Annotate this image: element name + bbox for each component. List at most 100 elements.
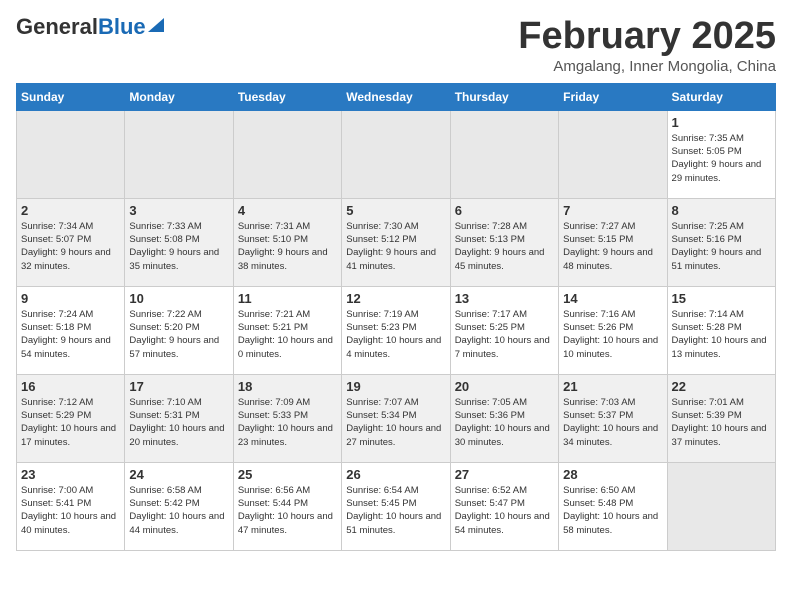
day-number: 7 [563, 203, 662, 218]
calendar-cell: 13 Sunrise: 7:17 AM Sunset: 5:25 PM Dayli… [450, 286, 558, 374]
day-number: 5 [346, 203, 445, 218]
day-number: 21 [563, 379, 662, 394]
day-info: Sunrise: 7:17 AM Sunset: 5:25 PM Dayligh… [455, 308, 554, 361]
weekday-header-row: SundayMondayTuesdayWednesdayThursdayFrid… [17, 83, 776, 110]
day-info: Sunrise: 7:10 AM Sunset: 5:31 PM Dayligh… [129, 396, 228, 449]
day-info: Sunrise: 6:56 AM Sunset: 5:44 PM Dayligh… [238, 484, 337, 537]
day-number: 2 [21, 203, 120, 218]
day-info: Sunrise: 7:12 AM Sunset: 5:29 PM Dayligh… [21, 396, 120, 449]
location-subtitle: Amgalang, Inner Mongolia, China [518, 58, 776, 75]
calendar-cell: 10 Sunrise: 7:22 AM Sunset: 5:20 PM Dayli… [125, 286, 233, 374]
weekday-header-saturday: Saturday [667, 83, 775, 110]
calendar-cell: 1 Sunrise: 7:35 AM Sunset: 5:05 PM Daylig… [667, 110, 775, 198]
weekday-header-thursday: Thursday [450, 83, 558, 110]
day-info: Sunrise: 7:35 AM Sunset: 5:05 PM Dayligh… [672, 132, 771, 185]
day-info: Sunrise: 6:50 AM Sunset: 5:48 PM Dayligh… [563, 484, 662, 537]
calendar-cell [342, 110, 450, 198]
day-number: 14 [563, 291, 662, 306]
calendar-cell: 18Sunrise: 7:09 AM Sunset: 5:33 PM Dayli… [233, 374, 341, 462]
day-info: Sunrise: 7:33 AM Sunset: 5:08 PM Dayligh… [129, 220, 228, 273]
day-number: 20 [455, 379, 554, 394]
logo: General Blue [16, 16, 164, 38]
calendar-cell: 6 Sunrise: 7:28 AM Sunset: 5:13 PM Daylig… [450, 198, 558, 286]
day-number: 17 [129, 379, 228, 394]
calendar-cell: 17 Sunrise: 7:10 AM Sunset: 5:31 PM Dayli… [125, 374, 233, 462]
calendar-cell [450, 110, 558, 198]
day-info: Sunrise: 7:21 AM Sunset: 5:21 PM Dayligh… [238, 308, 337, 361]
page-header: General Blue February 2025 Amgalang, Inn… [16, 16, 776, 75]
day-info: Sunrise: 6:52 AM Sunset: 5:47 PM Dayligh… [455, 484, 554, 537]
weekday-header-tuesday: Tuesday [233, 83, 341, 110]
day-number: 9 [21, 291, 120, 306]
calendar-cell: 5 Sunrise: 7:30 AM Sunset: 5:12 PM Daylig… [342, 198, 450, 286]
day-number: 22 [672, 379, 771, 394]
day-info: Sunrise: 7:05 AM Sunset: 5:36 PM Dayligh… [455, 396, 554, 449]
calendar-cell: 11Sunrise: 7:21 AM Sunset: 5:21 PM Dayli… [233, 286, 341, 374]
day-info: Sunrise: 7:14 AM Sunset: 5:28 PM Dayligh… [672, 308, 771, 361]
day-number: 1 [672, 115, 771, 130]
calendar-cell: 22 Sunrise: 7:01 AM Sunset: 5:39 PM Dayli… [667, 374, 775, 462]
day-info: Sunrise: 7:00 AM Sunset: 5:41 PM Dayligh… [21, 484, 120, 537]
calendar-cell [559, 110, 667, 198]
calendar-cell: 14 Sunrise: 7:16 AM Sunset: 5:26 PM Dayli… [559, 286, 667, 374]
day-info: Sunrise: 7:34 AM Sunset: 5:07 PM Dayligh… [21, 220, 120, 273]
day-info: Sunrise: 7:03 AM Sunset: 5:37 PM Dayligh… [563, 396, 662, 449]
calendar-cell: 3 Sunrise: 7:33 AM Sunset: 5:08 PM Daylig… [125, 198, 233, 286]
logo-bird-icon [148, 18, 164, 32]
weekday-header-monday: Monday [125, 83, 233, 110]
day-number: 27 [455, 467, 554, 482]
logo-blue-text: Blue [98, 16, 146, 38]
day-number: 19 [346, 379, 445, 394]
calendar-cell: 27 Sunrise: 6:52 AM Sunset: 5:47 PM Dayli… [450, 462, 558, 550]
calendar-cell: 23 Sunrise: 7:00 AM Sunset: 5:41 PM Dayli… [17, 462, 125, 550]
day-number: 12 [346, 291, 445, 306]
calendar-cell [125, 110, 233, 198]
logo-general-text: General [16, 16, 98, 38]
day-number: 28 [563, 467, 662, 482]
day-number: 15 [672, 291, 771, 306]
day-number: 13 [455, 291, 554, 306]
calendar-cell: 15 Sunrise: 7:14 AM Sunset: 5:28 PM Dayli… [667, 286, 775, 374]
day-info: Sunrise: 7:19 AM Sunset: 5:23 PM Dayligh… [346, 308, 445, 361]
calendar-week-row: 2 Sunrise: 7:34 AM Sunset: 5:07 PM Daylig… [17, 198, 776, 286]
weekday-header-wednesday: Wednesday [342, 83, 450, 110]
day-number: 18 [238, 379, 337, 394]
calendar-week-row: 16 Sunrise: 7:12 AM Sunset: 5:29 PM Dayli… [17, 374, 776, 462]
calendar-cell: 28 Sunrise: 6:50 AM Sunset: 5:48 PM Dayli… [559, 462, 667, 550]
calendar-week-row: 9 Sunrise: 7:24 AM Sunset: 5:18 PM Daylig… [17, 286, 776, 374]
day-info: Sunrise: 6:58 AM Sunset: 5:42 PM Dayligh… [129, 484, 228, 537]
day-info: Sunrise: 7:30 AM Sunset: 5:12 PM Dayligh… [346, 220, 445, 273]
calendar-cell: 16 Sunrise: 7:12 AM Sunset: 5:29 PM Dayli… [17, 374, 125, 462]
day-number: 23 [21, 467, 120, 482]
calendar-cell: 12 Sunrise: 7:19 AM Sunset: 5:23 PM Dayli… [342, 286, 450, 374]
calendar-cell [667, 462, 775, 550]
day-number: 8 [672, 203, 771, 218]
calendar-cell: 26 Sunrise: 6:54 AM Sunset: 5:45 PM Dayli… [342, 462, 450, 550]
day-info: Sunrise: 7:31 AM Sunset: 5:10 PM Dayligh… [238, 220, 337, 273]
day-number: 16 [21, 379, 120, 394]
calendar-cell: 21 Sunrise: 7:03 AM Sunset: 5:37 PM Dayli… [559, 374, 667, 462]
calendar-cell: 19Sunrise: 7:07 AM Sunset: 5:34 PM Dayli… [342, 374, 450, 462]
calendar-cell [233, 110, 341, 198]
day-info: Sunrise: 6:54 AM Sunset: 5:45 PM Dayligh… [346, 484, 445, 537]
weekday-header-friday: Friday [559, 83, 667, 110]
day-number: 3 [129, 203, 228, 218]
day-number: 10 [129, 291, 228, 306]
calendar-cell: 4 Sunrise: 7:31 AM Sunset: 5:10 PM Daylig… [233, 198, 341, 286]
calendar-cell: 25Sunrise: 6:56 AM Sunset: 5:44 PM Dayli… [233, 462, 341, 550]
day-info: Sunrise: 7:28 AM Sunset: 5:13 PM Dayligh… [455, 220, 554, 273]
calendar-cell: 7Sunrise: 7:27 AM Sunset: 5:15 PM Daylig… [559, 198, 667, 286]
day-number: 26 [346, 467, 445, 482]
day-number: 24 [129, 467, 228, 482]
calendar-cell: 20 Sunrise: 7:05 AM Sunset: 5:36 PM Dayli… [450, 374, 558, 462]
day-info: Sunrise: 7:24 AM Sunset: 5:18 PM Dayligh… [21, 308, 120, 361]
day-number: 4 [238, 203, 337, 218]
weekday-header-sunday: Sunday [17, 83, 125, 110]
day-number: 6 [455, 203, 554, 218]
month-title: February 2025 [518, 16, 776, 58]
day-info: Sunrise: 7:01 AM Sunset: 5:39 PM Dayligh… [672, 396, 771, 449]
day-info: Sunrise: 7:22 AM Sunset: 5:20 PM Dayligh… [129, 308, 228, 361]
calendar-week-row: 23 Sunrise: 7:00 AM Sunset: 5:41 PM Dayli… [17, 462, 776, 550]
day-info: Sunrise: 7:16 AM Sunset: 5:26 PM Dayligh… [563, 308, 662, 361]
calendar-cell [17, 110, 125, 198]
